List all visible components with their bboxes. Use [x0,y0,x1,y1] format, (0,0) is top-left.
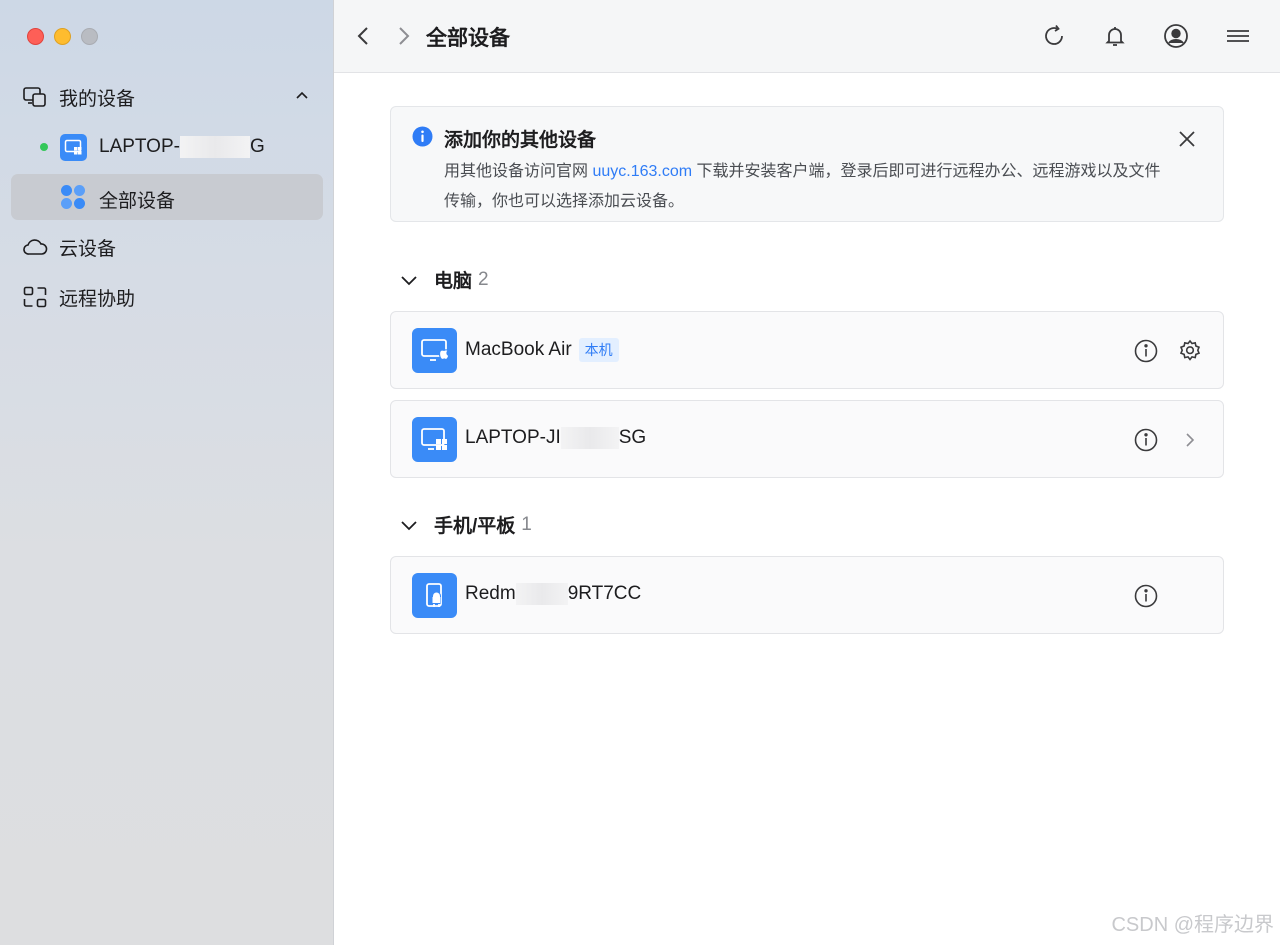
redacted-text [560,427,619,449]
info-icon[interactable] [1133,583,1159,609]
page-title: 全部设备 [426,27,510,50]
chevron-down-icon[interactable] [398,269,420,291]
section-header-computers[interactable]: 电脑 2 [398,266,489,293]
device-card[interactable]: Redm 9RT7CC [390,556,1224,634]
chevron-right-icon[interactable] [1177,427,1203,453]
section-title: 电脑 [434,271,473,292]
main-content: 全部设备 添加你的其他设备 用其他设备访问官网 uuyc.163.com 下载并… [334,0,1280,945]
section-count: 1 [521,513,532,535]
info-icon[interactable] [1133,338,1159,364]
sidebar-item-label: 全部设备 [99,191,176,212]
device-name-suffix: G [249,136,265,157]
close-window-button[interactable] [27,28,44,45]
banner-text-part: 用其他设备访问官网 [444,163,593,180]
device-name-prefix: Redm [465,583,516,604]
section-header-mobiles[interactable]: 手机/平板 1 [398,511,532,538]
window-controls [27,28,98,45]
remote-assist-icon [22,284,48,310]
sidebar-item-remote-assist[interactable]: 远程协助 [11,274,323,320]
banner-title: 添加你的其他设备 [444,130,597,151]
device-name: MacBook Air 本机 [465,338,619,362]
add-device-banner: 添加你的其他设备 用其他设备访问官网 uuyc.163.com 下载并安装客户端… [390,106,1224,222]
sidebar-item-label: LAPTOP- G [99,136,265,158]
sidebar-item-cloud-devices[interactable]: 云设备 [11,224,323,270]
sidebar-item-my-devices[interactable]: 我的设备 [11,74,323,120]
sidebar-item-label: 云设备 [59,238,117,260]
toolbar: 全部设备 [334,0,1280,73]
minimize-window-button[interactable] [54,28,71,45]
sidebar-item-all-devices[interactable]: 全部设备 [11,174,323,220]
forward-icon[interactable] [391,24,415,48]
device-card[interactable]: LAPTOP-JI SG [390,400,1224,478]
device-name-suffix: 9RT7CC [567,583,642,604]
windows-desktop-icon [412,417,457,462]
info-icon [412,126,433,152]
watermark: CSDN @程序边界 [1111,914,1274,936]
device-card[interactable]: MacBook Air 本机 [390,311,1224,389]
menu-icon[interactable] [1224,22,1252,50]
device-name: Redm 9RT7CC [465,583,641,605]
user-icon[interactable] [1162,22,1190,50]
sidebar-item-laptop[interactable]: LAPTOP- G [11,124,323,170]
banner-description: 用其他设备访问官网 uuyc.163.com 下载并安装客户端，登录后即可进行远… [444,157,1164,217]
section-title: 手机/平板 [434,516,516,537]
bell-icon[interactable] [1101,22,1129,50]
sidebar-item-label: 远程协助 [59,288,136,310]
cloud-icon [22,234,48,260]
device-name-prefix: LAPTOP- [99,136,180,157]
settings-icon[interactable] [1177,338,1203,364]
mac-desktop-icon [412,328,457,373]
chevron-down-icon[interactable] [398,514,420,536]
windows-desktop-icon [60,134,87,161]
close-icon[interactable] [1175,127,1199,151]
sidebar-item-label: 我的设备 [59,88,136,110]
grid-dots-icon [60,184,86,210]
online-status-dot [40,143,48,151]
section-count: 2 [478,268,489,290]
devices-icon [22,84,48,110]
android-phone-icon [412,573,457,618]
sidebar: 我的设备 LAPTOP- G 全部设备 云设备 远程协助 [0,0,334,945]
this-device-badge: 本机 [578,338,619,362]
device-name-suffix: SG [618,427,647,448]
chevron-up-icon[interactable] [293,87,311,111]
back-icon[interactable] [352,24,376,48]
zoom-window-button[interactable] [81,28,98,45]
device-name: LAPTOP-JI SG [465,427,646,449]
website-link[interactable]: uuyc.163.com [592,163,692,180]
device-name-text: MacBook Air [465,339,572,360]
redacted-text [179,136,250,158]
info-icon[interactable] [1133,427,1159,453]
refresh-icon[interactable] [1040,22,1068,50]
app-window: 我的设备 LAPTOP- G 全部设备 云设备 远程协助 全部设备 添加你的其他… [0,0,1280,945]
redacted-text [515,583,568,605]
device-name-prefix: LAPTOP-JI [465,427,561,448]
